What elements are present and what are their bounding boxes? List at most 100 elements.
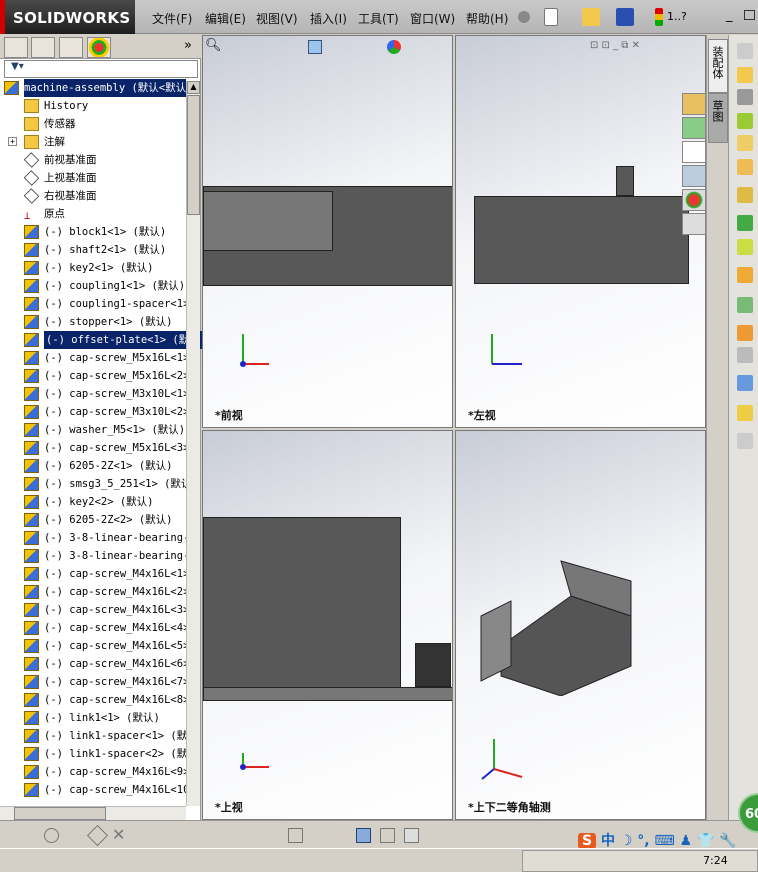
comp-icon xyxy=(24,711,39,725)
assembly-features-icon[interactable] xyxy=(737,215,753,231)
pin-icon[interactable] xyxy=(518,11,530,23)
comp-icon xyxy=(24,495,39,509)
model-top-view xyxy=(203,517,401,695)
tree-item-label: (-) 6205-2Z<2> (默认) xyxy=(44,514,173,526)
menu-file[interactable]: 文件(F) xyxy=(152,10,192,27)
tree-item-label: (-) cap-screw_M4x16L<4> xyxy=(44,622,190,634)
appearance-icon[interactable] xyxy=(387,40,401,54)
viewport-label: *上视 xyxy=(215,801,243,814)
view-orientation-icon[interactable] xyxy=(308,40,322,54)
save-icon[interactable] xyxy=(616,8,634,26)
scroll-up-button[interactable]: ▲ xyxy=(187,81,200,94)
move-component-icon[interactable] xyxy=(737,159,753,175)
view-palette-icon[interactable] xyxy=(682,165,706,187)
tab-assembly[interactable]: 装配体 xyxy=(708,39,728,93)
insert-component-icon[interactable] xyxy=(737,43,753,59)
tab-sketch[interactable]: 草图 xyxy=(708,93,728,143)
tree-item-label: (-) cap-screw_M5x16L<1> xyxy=(44,352,190,364)
comp-icon xyxy=(24,729,39,743)
tree-item-label: (-) offset-plate<1> (默认 xyxy=(44,331,202,349)
view-cube-icon[interactable] xyxy=(356,828,371,843)
open-folder-icon[interactable] xyxy=(582,8,600,26)
grid-icon[interactable] xyxy=(288,828,303,843)
ime-mode[interactable]: 中 xyxy=(601,833,615,849)
interference-detection-icon[interactable] xyxy=(737,375,753,391)
smart-fasteners-icon[interactable] xyxy=(737,135,753,151)
tree-item-label: (-) cap-screw_M4x16L<9> xyxy=(44,766,190,778)
tree-horizontal-scrollbar[interactable] xyxy=(0,806,186,820)
help-button[interactable]: 1..? xyxy=(667,10,687,23)
property-manager-tab[interactable] xyxy=(31,37,55,58)
rebuild-traffic-light-icon[interactable] xyxy=(655,8,663,26)
scroll-thumb[interactable] xyxy=(187,95,200,215)
tree-item-label: (-) cap-screw_M4x16L<6> xyxy=(44,658,190,670)
assembly-toolbar xyxy=(728,35,758,820)
maximize-button[interactable] xyxy=(744,10,755,20)
comp-icon xyxy=(24,423,39,437)
menu-help[interactable]: 帮助(H) xyxy=(466,10,508,27)
mate-icon[interactable] xyxy=(737,89,753,105)
comp-icon xyxy=(24,531,39,545)
title-bar: SOLIDWORKS 文件(F) 编辑(E) 视图(V) 插入(I) 工具(T)… xyxy=(0,0,758,34)
menu-edit[interactable]: 编辑(E) xyxy=(205,10,246,27)
trim-icon[interactable]: ✕ xyxy=(112,825,125,844)
model-mechanism xyxy=(203,191,333,251)
reference-geometry-icon[interactable] xyxy=(737,239,753,255)
comp-icon xyxy=(24,315,39,329)
assembly-check-icon[interactable] xyxy=(737,405,753,421)
tree-filter[interactable]: ▼▾ xyxy=(4,60,198,78)
menu-view[interactable]: 视图(V) xyxy=(256,10,298,27)
display-manager-tab[interactable] xyxy=(87,37,111,58)
zoom-icon[interactable]: 🔍︎ xyxy=(205,38,222,53)
single-view-icon[interactable] xyxy=(380,828,395,843)
home-icon[interactable] xyxy=(682,93,706,115)
feature-manager-tab[interactable] xyxy=(4,37,28,58)
menu-tools[interactable]: 工具(T) xyxy=(358,10,399,27)
design-library-icon[interactable] xyxy=(682,117,706,139)
sogou-icon: S xyxy=(578,833,597,849)
bill-of-materials-icon[interactable] xyxy=(737,297,753,313)
circle-icon[interactable] xyxy=(44,828,59,843)
viewport-top[interactable]: *上视 xyxy=(202,430,453,820)
linear-pattern-icon[interactable] xyxy=(737,113,753,129)
menu-insert[interactable]: 插入(I) xyxy=(310,10,347,27)
comp-icon xyxy=(24,297,39,311)
four-view-icon[interactable] xyxy=(404,828,419,843)
model-left-view xyxy=(474,196,689,284)
viewport-left[interactable]: ⊡ ⊡ _ ⧉ ✕ *左视 xyxy=(455,35,706,428)
plane-icon xyxy=(23,152,40,168)
polygon-icon[interactable] xyxy=(86,824,109,847)
tree-item-label: 上视基准面 xyxy=(44,172,97,184)
tree-item-label: (-) link1<1> (默认) xyxy=(44,712,160,724)
tree-vertical-scrollbar[interactable]: ▲ xyxy=(186,81,200,806)
viewport-front[interactable]: 🔍︎ *前视 xyxy=(202,35,453,428)
tree-item-label: (-) cap-screw_M4x16L<7> xyxy=(44,676,190,688)
minimize-button[interactable]: _ xyxy=(726,8,733,23)
expand-toggle[interactable]: + xyxy=(8,137,17,146)
plane-icon xyxy=(23,170,40,186)
comp-icon xyxy=(24,639,39,653)
tree-item-label: (-) block1<1> (默认) xyxy=(44,226,167,238)
expand-chevron-icon[interactable]: » xyxy=(184,38,192,53)
new-motion-study-icon[interactable] xyxy=(737,267,753,283)
menu-window[interactable]: 窗口(W) xyxy=(410,10,455,27)
instant3d-icon[interactable] xyxy=(737,433,753,449)
new-part-icon[interactable] xyxy=(737,67,753,83)
appearances-icon[interactable] xyxy=(682,189,706,211)
comp-icon xyxy=(24,405,39,419)
file-explorer-icon[interactable] xyxy=(682,141,706,163)
comp-icon xyxy=(24,657,39,671)
model-isometric-view xyxy=(480,560,632,696)
exploded-view-icon[interactable] xyxy=(737,325,753,341)
configuration-manager-tab[interactable] xyxy=(59,37,83,58)
tree-item-label: machine-assembly (默认<默认 xyxy=(24,79,187,97)
show-hidden-icon[interactable] xyxy=(737,187,753,203)
new-document-icon[interactable] xyxy=(544,8,558,26)
viewport-window-controls[interactable]: ⊡ ⊡ _ ⧉ ✕ xyxy=(590,40,640,51)
custom-properties-icon[interactable] xyxy=(682,213,706,235)
explode-line-icon[interactable] xyxy=(737,347,753,363)
viewport-isometric[interactable]: *上下二等角轴测 xyxy=(455,430,706,820)
tree-item-label: (-) link1-spacer<1> (默i xyxy=(44,730,194,742)
tree-item-label: 原点 xyxy=(44,208,65,220)
hscroll-thumb[interactable] xyxy=(14,807,106,820)
